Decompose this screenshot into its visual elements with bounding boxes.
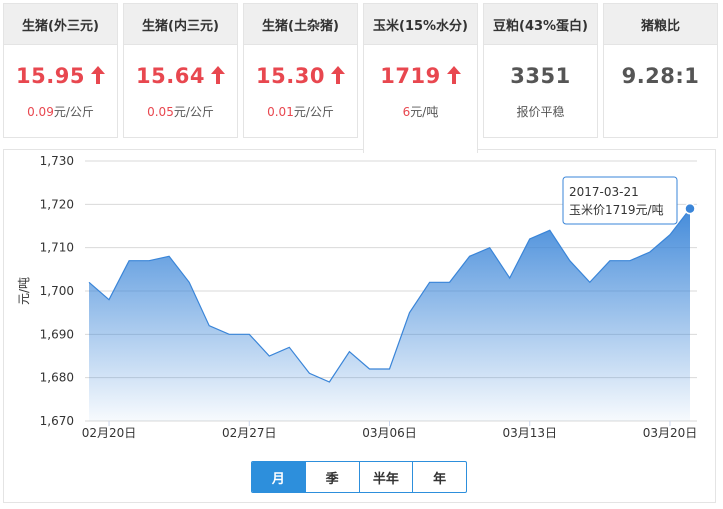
x-tick-label: 02月27日 <box>222 426 277 440</box>
range-selector: 月 季 半年 年 <box>251 461 467 493</box>
x-tick-label: 03月13日 <box>502 426 557 440</box>
card-price: 1719 <box>364 64 477 88</box>
x-tick-label: 03月06日 <box>362 426 417 440</box>
y-tick-label: 1,670 <box>40 414 74 428</box>
y-tick-label: 1,690 <box>40 327 74 341</box>
x-tick-label: 03月20日 <box>643 426 698 440</box>
range-month-button[interactable]: 月 <box>252 462 305 492</box>
card-title: 玉米(15%水分) <box>364 4 477 45</box>
y-tick-label: 1,720 <box>40 197 74 211</box>
series-area <box>89 208 690 421</box>
card-change: 6元/吨 <box>402 105 439 119</box>
range-halfyear-button[interactable]: 半年 <box>358 462 413 492</box>
range-quarter-button[interactable]: 季 <box>304 462 359 492</box>
chart-tooltip: 2017-03-21 玉米价1719元/吨 <box>562 176 678 225</box>
price-card-corn[interactable]: 玉米(15%水分) 1719 6元/吨 <box>363 3 478 153</box>
y-tick-label: 1,700 <box>40 284 74 298</box>
tooltip-date: 2017-03-21 <box>569 185 639 199</box>
y-tick-label: 1,710 <box>40 241 74 255</box>
tooltip-value: 玉米价1719元/吨 <box>569 203 664 217</box>
hover-point <box>684 202 696 215</box>
range-year-button[interactable]: 年 <box>412 462 466 492</box>
y-tick-label: 1,680 <box>40 371 74 385</box>
y-axis-label: 元/吨 <box>17 277 31 305</box>
x-tick-label: 02月20日 <box>82 426 137 440</box>
arrow-up-icon <box>446 66 461 84</box>
y-tick-label: 1,730 <box>40 154 74 168</box>
price-chart: 1,670 1,680 1,690 1,700 1,710 1,720 1,730 02月2… <box>17 154 698 440</box>
